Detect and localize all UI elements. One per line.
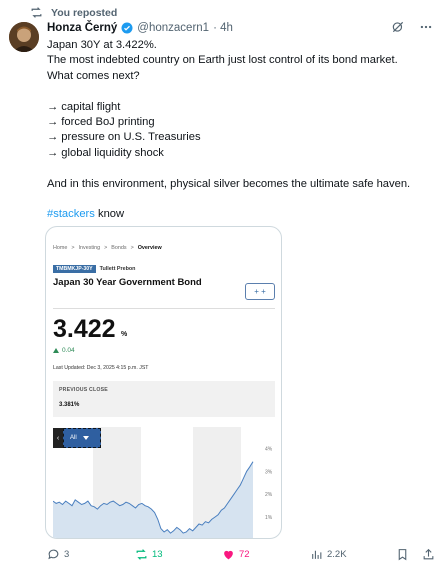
breadcrumb-separator: >: [71, 245, 75, 251]
y-tick-label: 3%: [265, 469, 273, 475]
yield-change: 0.04: [53, 347, 75, 354]
bond-title: Japan 30 Year Government Bond: [53, 277, 202, 288]
y-tick-label: 2%: [265, 492, 273, 498]
tweet-line: → pressure on U.S. Treasuries: [47, 131, 201, 144]
views-icon: [312, 550, 322, 559]
bookmark-icon: [398, 549, 407, 561]
like-button[interactable]: 72: [222, 548, 250, 561]
breadcrumb-item: Home: [53, 245, 68, 251]
reply-icon: [48, 549, 59, 560]
up-triangle-icon: [53, 348, 59, 353]
repost-label: You reposted: [51, 6, 118, 19]
author-handle[interactable]: @honzacern1: [137, 22, 209, 34]
tweet-body: Japan 30Y at 3.422%. The most indebted c…: [47, 38, 432, 223]
watchlist-button: + +: [245, 283, 275, 300]
tweet-gap: [47, 84, 432, 99]
yield-value: 3.422: [53, 315, 116, 343]
data-provider: Tullett Prebon: [99, 266, 136, 272]
change-value: 0.04: [62, 347, 75, 354]
avatar[interactable]: [9, 22, 39, 52]
top-actions: [391, 20, 433, 34]
repost-icon: [31, 7, 42, 18]
share-button[interactable]: [422, 548, 435, 561]
range-selector: All: [63, 428, 101, 448]
bookmark-button[interactable]: [396, 548, 409, 561]
ticker-badge: TMBMKJP-30Y: [53, 265, 96, 273]
y-tick-label: 4%: [265, 446, 273, 452]
previous-close-box: PREVIOUS CLOSE 3.381%: [53, 381, 275, 417]
tweet-line: → global liquidity shock: [47, 146, 164, 159]
divider: [53, 308, 275, 309]
action-bar: 3 13 72 2.2K: [0, 548, 445, 568]
tweet-line: The most indebted country on Earth just …: [47, 54, 398, 67]
repost-button[interactable]: 13: [135, 548, 163, 561]
breadcrumb-separator: >: [104, 245, 108, 251]
heart-icon: [224, 550, 233, 560]
hashtag-link[interactable]: #stackers: [47, 208, 95, 220]
dropdown-caret-icon: [82, 436, 89, 440]
repost-count: 13: [152, 549, 163, 560]
last-updated: Last Updated: Dec 3, 2025 4:15 p.m. JST: [53, 365, 149, 371]
tweet-line: → forced BoJ printing: [47, 116, 155, 129]
previous-close-label: PREVIOUS CLOSE: [59, 387, 108, 393]
tweet-gap: [47, 192, 432, 207]
tweet-line: → capital flight: [47, 100, 121, 113]
tweet-line-hashtag: #stackers know: [47, 207, 432, 222]
like-count: 72: [239, 549, 250, 560]
range-label: All: [70, 435, 77, 441]
chart-scroll-left-button: ‹: [53, 428, 63, 448]
verified-badge-icon: [121, 22, 133, 34]
tweet-line: What comes next?: [47, 69, 140, 82]
image-card[interactable]: Home > Investing > Bonds > Overview TMBM…: [45, 226, 282, 539]
views-button[interactable]: 2.2K: [310, 548, 347, 561]
tweet-line: And in this environment, physical silver…: [47, 177, 411, 190]
ticker-row: TMBMKJP-30Y Tullett Prebon: [53, 265, 135, 273]
reply-count: 3: [64, 549, 70, 560]
y-tick-label: 1%: [265, 515, 273, 521]
more-options-icon[interactable]: [419, 20, 433, 34]
breadcrumb-separator: >: [130, 245, 134, 251]
breadcrumb: Home > Investing > Bonds > Overview: [53, 245, 162, 251]
post-time[interactable]: · 4h: [213, 22, 233, 34]
tweet-gap: [47, 161, 432, 176]
reply-button[interactable]: 3: [47, 548, 69, 561]
tweet-line: Japan 30Y at 3.422%.: [47, 39, 157, 51]
breadcrumb-item: Bonds: [111, 245, 127, 251]
views-count: 2.2K: [327, 549, 347, 560]
grok-icon[interactable]: [391, 20, 405, 34]
author-name[interactable]: Honza Černý: [47, 22, 117, 34]
hashtag-suffix: know: [94, 208, 125, 221]
previous-close-value: 3.381%: [59, 402, 80, 408]
breadcrumb-item: Investing: [78, 245, 101, 251]
repost-indicator: You reposted: [30, 6, 117, 19]
repost-icon: [136, 549, 147, 560]
tweet-header: Honza Černý @honzacern1 · 4h: [47, 22, 233, 34]
yield-unit: %: [121, 331, 128, 338]
share-icon: [423, 548, 434, 560]
breadcrumb-current: Overview: [137, 245, 162, 251]
